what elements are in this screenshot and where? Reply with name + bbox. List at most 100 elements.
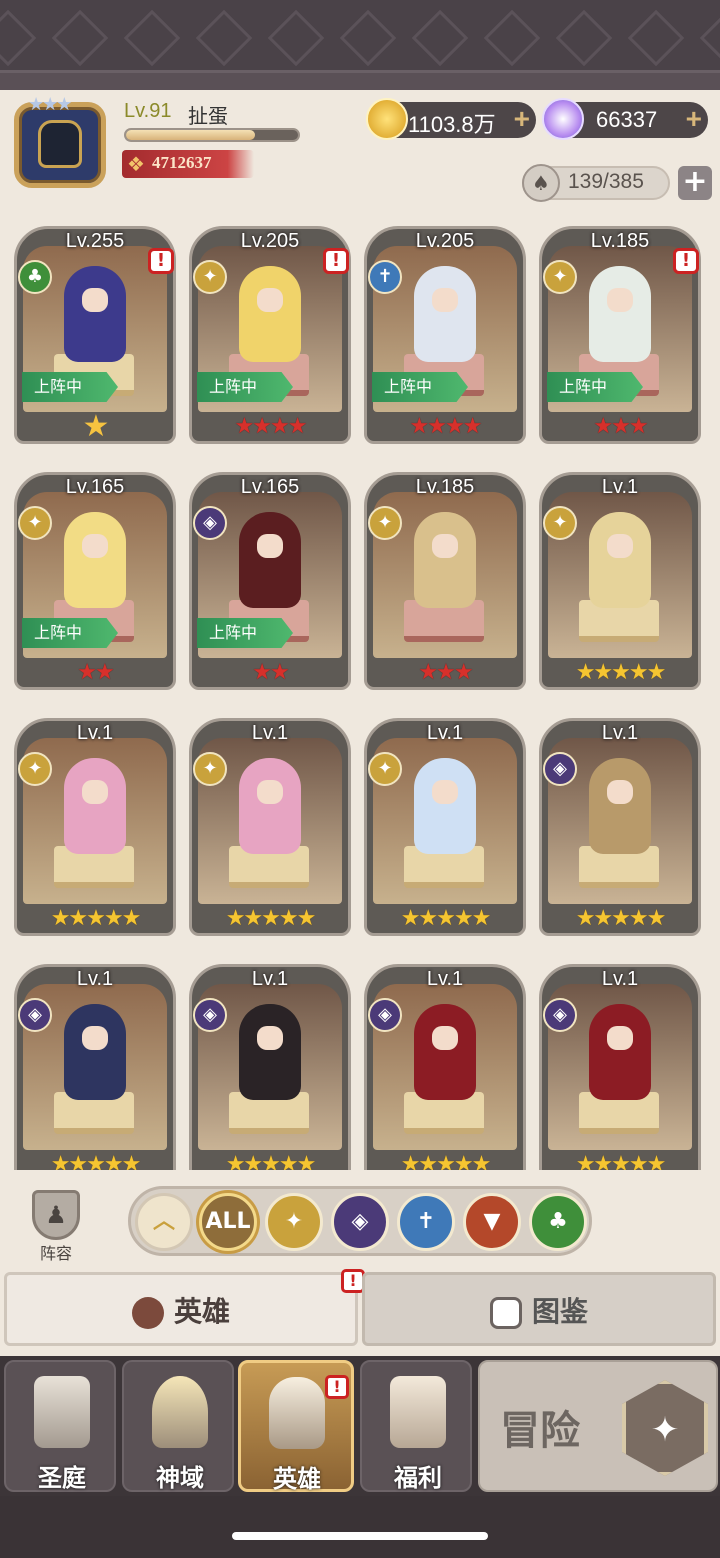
hero-level: Lv.1 — [601, 722, 639, 744]
tab-gallery[interactable]: 图鉴 — [362, 1272, 716, 1346]
hero-card[interactable]: Lv.185 ✦! 上阵中 ★★★ — [539, 226, 701, 444]
hero-stars: ★★★★★ — [14, 1150, 176, 1170]
filter-all-button[interactable]: ALL — [199, 1193, 257, 1251]
hero-level: Lv.1 — [76, 968, 114, 990]
hero-sprite — [589, 1004, 651, 1100]
beast-faction-icon: ▼ — [483, 1209, 501, 1234]
hero-sprite — [589, 266, 651, 362]
capacity-shield-icon: ♠ — [522, 164, 560, 202]
hero-stars: ★★★★★ — [14, 904, 176, 936]
nav-heroes[interactable]: 英雄 ! — [238, 1360, 354, 1493]
hero-card[interactable]: Lv.1 ◈ ★★★★★ — [539, 718, 701, 936]
light-faction-icon: ✦ — [193, 260, 227, 294]
hero-card[interactable]: Lv.255 ♣! 上阵中 ★ — [14, 226, 176, 620]
nav-heroes-label: 英雄 — [273, 1465, 321, 1493]
hero-level: Lv.1 — [76, 722, 114, 744]
hero-card[interactable]: Lv.1 ✦ ★★★★★ — [14, 718, 176, 936]
light-faction-icon: ✦ — [18, 752, 52, 786]
hero-stars: ★★★★ — [364, 412, 526, 444]
hero-card[interactable]: Lv.1 ✦ ★★★★★ — [189, 718, 351, 936]
filter-holy-button[interactable]: ✝ — [397, 1193, 455, 1251]
home-indicator-area — [0, 1496, 720, 1558]
hero-sprite — [414, 758, 476, 854]
hero-stars: ★★ — [14, 658, 176, 690]
nav-adventure-label: 冒险 — [500, 1408, 580, 1454]
team-button[interactable]: ♟ 阵容 — [22, 1190, 90, 1263]
hero-stars: ★★★★★ — [539, 658, 701, 690]
filter-nature-button[interactable]: ♣ — [529, 1193, 587, 1251]
tab-hero[interactable]: 英雄 ! — [4, 1269, 365, 1346]
faction-filter-bar: ︿ ALL ✦ ◈ ✝ ▼ ♣ — [128, 1186, 592, 1256]
light-faction-icon: ✦ — [18, 506, 52, 540]
nature-faction-icon: ♣ — [548, 1209, 568, 1234]
hero-card[interactable]: Lv.1 ✦ ★★★★★ — [364, 718, 526, 936]
hero-card[interactable]: Lv.1 ◈ ★★★★★ — [189, 964, 351, 1170]
collapse-filter-button[interactable]: ︿ — [135, 1193, 193, 1251]
dark-faction-icon: ◈ — [543, 998, 577, 1032]
gold-counter: 1103.8万 + — [366, 98, 536, 140]
team-label: 阵容 — [39, 1244, 72, 1263]
star-icons: ★★★★★ — [225, 1152, 317, 1170]
hero-card[interactable]: Lv.1 ✦ ★★★★★ — [539, 472, 701, 690]
star-icons: ★★★★ — [409, 414, 483, 439]
hero-sprite — [589, 512, 651, 608]
star-icons: ★★★ — [593, 414, 648, 439]
hero-level: Lv.1 — [601, 476, 639, 498]
hero-card[interactable]: Lv.1 ◈ ★★★★★ — [364, 964, 526, 1170]
hero-alert-badge: ! — [323, 248, 349, 274]
deployed-badge: 上阵中 — [22, 372, 118, 402]
hero-sprite — [414, 1004, 476, 1100]
gold-value: 1103.8万 — [408, 112, 496, 137]
hero-card[interactable]: Lv.1 ◈ ★★★★★ — [14, 964, 176, 1170]
hero-sprite — [64, 758, 126, 854]
home-indicator[interactable] — [232, 1532, 488, 1540]
gem-add-button[interactable]: + — [686, 104, 702, 134]
star-icons: ★★★ — [418, 660, 473, 685]
hero-card[interactable]: Lv.185 ✦ ★★★ — [364, 472, 526, 690]
hero-sprite — [239, 512, 301, 608]
hero-sprite — [239, 266, 301, 362]
dark-faction-icon: ◈ — [543, 752, 577, 786]
nav-welfare[interactable]: 福利 — [360, 1360, 472, 1492]
hero-card[interactable]: Lv.165 ◈ 上阵中 ★★ — [189, 472, 351, 690]
filter-dark-button[interactable]: ◈ — [331, 1193, 389, 1251]
hero-card[interactable]: Lv.1 ◈ ★★★★★ — [539, 964, 701, 1170]
gold-add-button[interactable]: + — [514, 104, 530, 134]
hero-card[interactable]: Lv.205 ✝ 上阵中 ★★★★ — [364, 226, 526, 444]
hero-card[interactable]: Lv.205 ✦! 上阵中 ★★★★ — [189, 226, 351, 444]
hero-stars: ★★★★★ — [189, 904, 351, 936]
hero-sprite — [239, 1004, 301, 1100]
filter-beast-button[interactable]: ▼ — [463, 1193, 521, 1251]
nav-sanctuary[interactable]: 圣庭 — [4, 1360, 116, 1492]
capacity-add-button[interactable]: + — [678, 166, 712, 200]
hero-level: Lv.205 — [415, 230, 475, 252]
hero-tabs: 英雄 ! 图鉴 — [0, 1269, 720, 1352]
star-icons: ★★★★★ — [225, 906, 317, 931]
hero-sprite — [414, 512, 476, 608]
nav-divine[interactable]: 神域 — [122, 1360, 234, 1492]
filter-light-button[interactable]: ✦ — [265, 1193, 323, 1251]
dark-faction-icon: ◈ — [193, 998, 227, 1032]
hero-card[interactable]: Lv.165 ✦ 上阵中 ★★ — [14, 472, 176, 690]
light-faction-icon: ✦ — [543, 260, 577, 294]
hero-sprite — [64, 266, 126, 362]
hero-stars: ★★★★ — [189, 412, 351, 444]
gold-coin-icon — [366, 98, 408, 140]
dark-faction-icon: ◈ — [18, 998, 52, 1032]
deployed-badge: 上阵中 — [197, 618, 293, 648]
bottom-navigation: 圣庭 神域 英雄 ! 福利 冒险 ✦ — [0, 1356, 720, 1496]
divine-realm-icon — [152, 1376, 208, 1448]
hero-helmet-icon — [269, 1377, 325, 1449]
star-icons: ★★ — [77, 660, 114, 685]
player-avatar[interactable]: ★★★ — [10, 94, 110, 192]
top-decor-band — [0, 0, 720, 90]
combat-power: ❖ 4712637 — [122, 150, 254, 178]
nav-adventure[interactable]: 冒险 ✦ — [478, 1360, 718, 1492]
tab-gallery-label: 图鉴 — [531, 1295, 588, 1328]
capacity-value: 139/385 — [568, 170, 644, 193]
hero-stars: ★★ — [189, 658, 351, 690]
hero-capacity: ♠ 139/385 + — [522, 164, 712, 202]
hero-stars: ★★★ — [364, 658, 526, 690]
hero-level: Lv.1 — [251, 722, 289, 744]
hero-level: Lv.1 — [601, 968, 639, 990]
